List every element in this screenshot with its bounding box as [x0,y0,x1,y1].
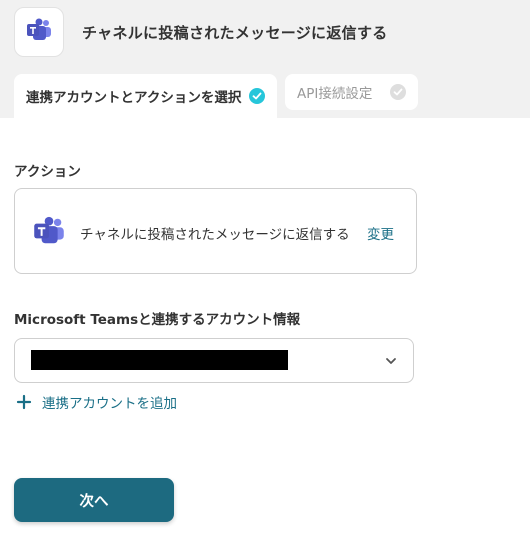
microsoft-teams-icon [33,216,65,250]
page-title: チャネルに投稿されたメッセージに返信する [82,24,388,42]
account-select[interactable] [14,338,414,383]
action-section-label: アクション [14,164,81,180]
microsoft-teams-icon [26,18,52,46]
chevron-down-icon [384,353,398,372]
check-icon [249,88,265,104]
add-account-link[interactable]: 連携アカウントを追加 [14,392,177,412]
action-name: チャネルに投稿されたメッセージに返信する [80,227,350,243]
tab-account-action[interactable]: 連携アカウントとアクションを選択 [14,74,277,118]
tab-label: API接続設定 [297,86,373,102]
plus-icon [14,392,34,412]
action-card: チャネルに投稿されたメッセージに返信する 変更 [14,188,417,274]
change-action-link[interactable]: 変更 [367,223,394,243]
tab-api-settings[interactable]: API接続設定 [285,74,418,110]
account-section-label: Microsoft Teamsと連携するアカウント情報 [14,312,301,328]
tab-label: 連携アカウントとアクションを選択 [26,90,242,106]
next-button[interactable]: 次へ [14,478,174,522]
redacted-account-info [31,350,288,370]
add-account-label: 連携アカウントを追加 [42,396,177,412]
check-icon [390,84,406,100]
app-icon [14,7,64,57]
